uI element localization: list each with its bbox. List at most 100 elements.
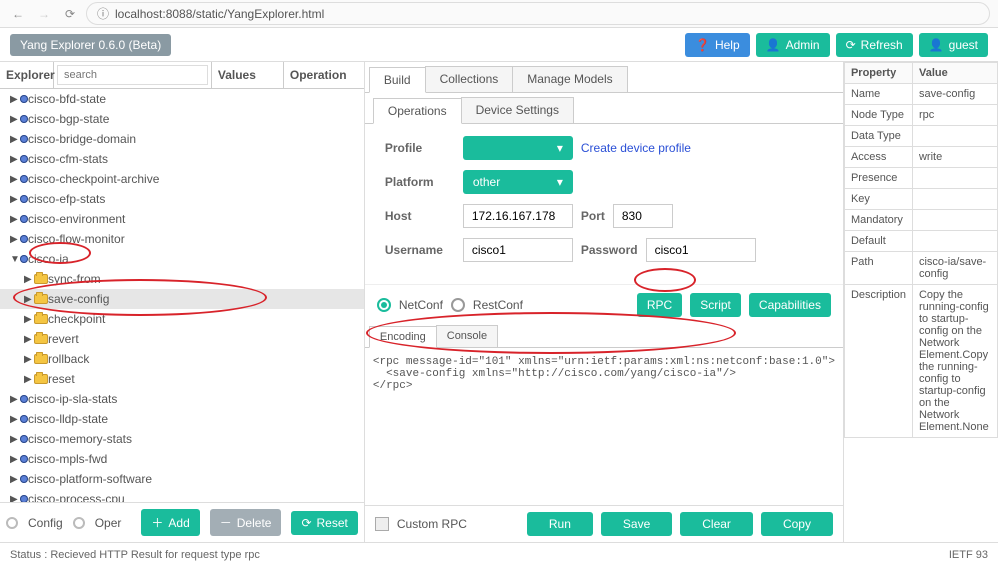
rpc-button[interactable]: RPC <box>637 293 682 317</box>
code-area[interactable]: <rpc message-id="101" xmlns="urn:ietf:pa… <box>365 348 843 505</box>
expand-arrow-icon[interactable]: ▶ <box>24 314 34 325</box>
username-label: Username <box>385 243 455 257</box>
expand-arrow-icon[interactable]: ▼ <box>10 254 20 265</box>
tab-manage[interactable]: Manage Models <box>512 66 627 92</box>
expand-arrow-icon[interactable]: ▶ <box>10 474 20 485</box>
expand-arrow-icon[interactable]: ▶ <box>10 174 20 185</box>
netconf-radio[interactable] <box>377 298 391 312</box>
property-value <box>912 189 997 210</box>
script-button[interactable]: Script <box>690 293 741 317</box>
tree-row[interactable]: ▶ cisco-ip-sla-stats <box>0 389 364 409</box>
tab-encoding[interactable]: Encoding <box>369 326 437 348</box>
back-icon[interactable]: ← <box>8 4 28 24</box>
expand-arrow-icon[interactable]: ▶ <box>10 134 20 145</box>
tab-device-settings[interactable]: Device Settings <box>461 97 574 123</box>
tree-row[interactable]: ▶cisco-flow-monitor <box>0 229 364 249</box>
admin-button[interactable]: 👤Admin <box>756 33 830 57</box>
expand-arrow-icon[interactable]: ▶ <box>10 434 20 445</box>
tree-item-label: cisco-ip-sla-stats <box>28 392 288 406</box>
platform-select[interactable]: other▾ <box>463 170 573 194</box>
module-icon <box>20 215 28 223</box>
run-button[interactable]: Run <box>527 512 593 536</box>
port-label: Port <box>581 209 605 223</box>
password-input[interactable] <box>646 238 756 262</box>
tree-row[interactable]: ▼cisco-ia <box>0 249 364 269</box>
tree-row[interactable]: ▶ cisco-bfd-state <box>0 89 364 109</box>
tree-row[interactable]: ▶checkpoint <box>0 309 364 329</box>
expand-arrow-icon[interactable]: ▶ <box>10 114 20 125</box>
restconf-radio[interactable] <box>451 298 465 312</box>
expand-arrow-icon[interactable]: ▶ <box>10 194 20 205</box>
module-icon <box>20 415 28 423</box>
url-bar[interactable]: ⓘ localhost:8088/static/YangExplorer.htm… <box>86 2 990 25</box>
tree-row[interactable]: ▶cisco-efp-stats <box>0 189 364 209</box>
expand-arrow-icon[interactable]: ▶ <box>24 334 34 345</box>
tree-row[interactable]: ▶cisco-process-cpu <box>0 489 364 502</box>
tree-item-label: cisco-bfd-state <box>28 92 288 106</box>
tree-row[interactable]: ▶cisco-cfm-stats <box>0 149 364 169</box>
tree-row[interactable]: ▶cisco-lldp-state <box>0 409 364 429</box>
tree-row[interactable]: ▶cisco-checkpoint-archive <box>0 169 364 189</box>
minus-icon: － <box>220 514 232 531</box>
expand-arrow-icon[interactable]: ▶ <box>24 294 34 305</box>
expand-arrow-icon[interactable]: ▶ <box>24 354 34 365</box>
port-input[interactable] <box>613 204 673 228</box>
create-profile-link[interactable]: Create device profile <box>581 141 691 155</box>
expand-arrow-icon[interactable]: ▶ <box>10 494 20 503</box>
help-button[interactable]: ❓Help <box>685 33 750 57</box>
tree-item-label: cisco-mpls-fwd <box>28 452 288 466</box>
config-radio[interactable] <box>6 517 18 529</box>
property-value <box>912 126 997 147</box>
oper-label: Oper <box>95 516 122 530</box>
tree-row[interactable]: ▶cisco-bridge-domain <box>0 129 364 149</box>
copy-button[interactable]: Copy <box>761 512 833 536</box>
save-button[interactable]: Save <box>601 512 672 536</box>
custom-rpc-checkbox[interactable] <box>375 517 389 531</box>
refresh-button[interactable]: ⟳Refresh <box>836 33 913 57</box>
property-value <box>912 231 997 252</box>
expand-arrow-icon[interactable]: ▶ <box>24 374 34 385</box>
tree-row[interactable]: ▶cisco-bgp-state <box>0 109 364 129</box>
property-key: Key <box>844 189 912 210</box>
module-icon <box>20 95 28 103</box>
forward-icon[interactable]: → <box>34 4 54 24</box>
expand-arrow-icon[interactable]: ▶ <box>10 234 20 245</box>
tab-build[interactable]: Build <box>369 67 426 93</box>
reset-button[interactable]: ⟳Reset <box>291 511 357 535</box>
expand-arrow-icon[interactable]: ▶ <box>10 94 20 105</box>
tree-row[interactable]: ▶save-config <box>0 289 364 309</box>
add-button[interactable]: ＋Add <box>141 509 199 536</box>
oper-radio[interactable] <box>73 517 85 529</box>
expand-arrow-icon[interactable]: ▶ <box>10 394 20 405</box>
guest-button[interactable]: 👤guest <box>919 33 988 57</box>
clear-button[interactable]: Clear <box>680 512 753 536</box>
expand-arrow-icon[interactable]: ▶ <box>10 154 20 165</box>
tree-item-label: cisco-memory-stats <box>28 432 288 446</box>
tab-operations[interactable]: Operations <box>373 98 462 124</box>
expand-arrow-icon[interactable]: ▶ <box>24 274 34 285</box>
profile-select[interactable]: ▾ <box>463 136 573 160</box>
tree-row[interactable]: ▶revert <box>0 329 364 349</box>
tree-row[interactable]: ▶ cisco-memory-stats <box>0 429 364 449</box>
tree-row[interactable]: ▶ cisco-mpls-fwd <box>0 449 364 469</box>
reload-icon[interactable]: ⟳ <box>60 4 80 24</box>
col-operation: Operation <box>284 62 364 88</box>
tree[interactable]: ▶ cisco-bfd-state ▶cisco-bgp-state▶cisco-b… <box>0 89 364 502</box>
tree-row[interactable]: ▶cisco-environment <box>0 209 364 229</box>
search-input[interactable] <box>57 65 208 85</box>
property-row: Default <box>844 231 997 252</box>
expand-arrow-icon[interactable]: ▶ <box>10 414 20 425</box>
host-input[interactable] <box>463 204 573 228</box>
username-input[interactable] <box>463 238 573 262</box>
capabilities-button[interactable]: Capabilities <box>749 293 831 317</box>
tree-row[interactable]: ▶reset <box>0 369 364 389</box>
tree-row[interactable]: ▶sync-from <box>0 269 364 289</box>
expand-arrow-icon[interactable]: ▶ <box>10 454 20 465</box>
expand-arrow-icon[interactable]: ▶ <box>10 214 20 225</box>
col-value: Value <box>912 63 997 84</box>
tab-console[interactable]: Console <box>436 325 498 347</box>
delete-button[interactable]: －Delete <box>210 509 282 536</box>
tree-row[interactable]: ▶rollback <box>0 349 364 369</box>
tab-collections[interactable]: Collections <box>425 66 514 92</box>
tree-row[interactable]: ▶cisco-platform-software <box>0 469 364 489</box>
